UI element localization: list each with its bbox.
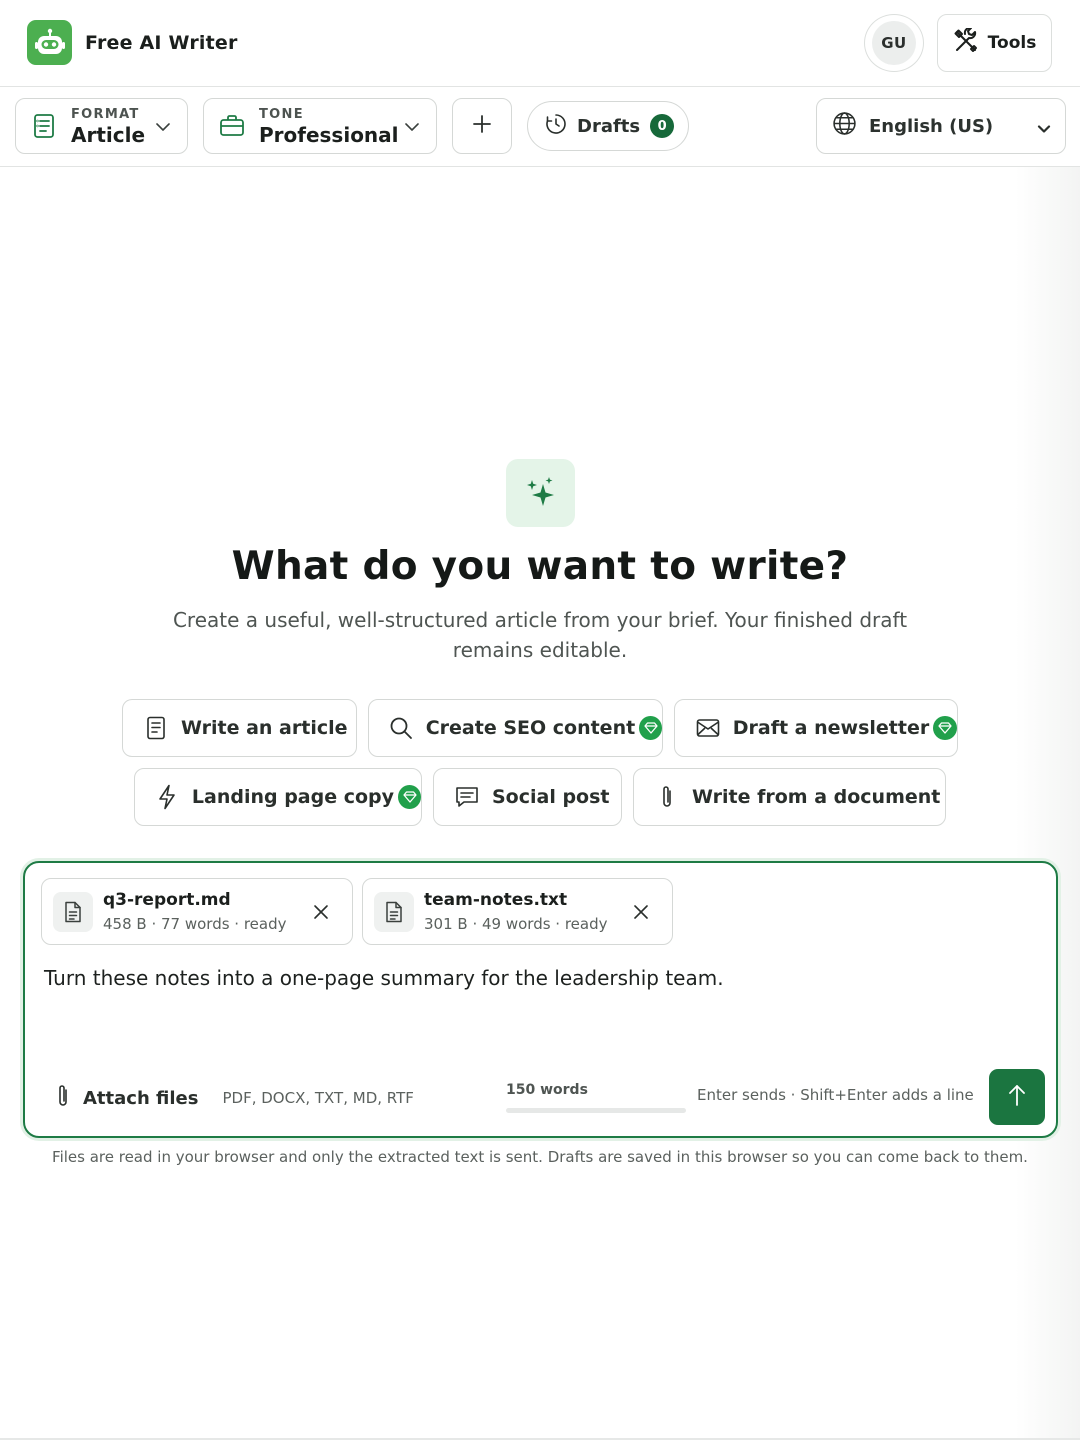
drafts-button[interactable]: Drafts 0 bbox=[527, 101, 689, 151]
chip-label: Create SEO content bbox=[425, 717, 636, 739]
premium-gem-icon bbox=[639, 716, 662, 740]
clock-icon bbox=[545, 113, 567, 140]
attached-file-card: q3-report.md 458 B · 77 words · ready bbox=[41, 878, 353, 945]
word-progress-bar bbox=[506, 1108, 686, 1113]
page-subtitle: Create a useful, well-structured article… bbox=[172, 608, 908, 662]
suggestion-newsletter[interactable]: Draft a newsletter bbox=[674, 699, 958, 757]
chevron-down-icon bbox=[404, 119, 420, 139]
chip-label: Social post bbox=[492, 786, 610, 808]
chip-label: Write an article bbox=[181, 717, 348, 739]
language-select[interactable]: English (US) bbox=[816, 98, 1066, 154]
send-button[interactable] bbox=[989, 1069, 1045, 1125]
paperclip-icon bbox=[55, 1083, 71, 1113]
file-icon bbox=[53, 892, 93, 932]
chip-label: Landing page copy bbox=[191, 786, 395, 808]
file-icon bbox=[374, 892, 414, 932]
chevron-down-icon bbox=[1037, 120, 1051, 141]
accepted-file-types: PDF, DOCX, TXT, MD, RTF bbox=[222, 1089, 414, 1107]
chip-label: Write from a document bbox=[692, 786, 941, 808]
remove-file-close-icon[interactable] bbox=[631, 902, 651, 922]
sparkles-icon bbox=[506, 459, 575, 527]
app-name: Free AI Writer bbox=[85, 31, 238, 54]
paperclip-icon bbox=[654, 784, 680, 810]
suggestion-seo-content[interactable]: Create SEO content bbox=[368, 699, 663, 757]
document-list-icon bbox=[31, 113, 57, 139]
premium-gem-icon bbox=[398, 785, 421, 809]
file-name: q3-report.md bbox=[103, 890, 231, 910]
privacy-note: Files are read in your browser and only … bbox=[52, 1148, 1028, 1166]
tools-button[interactable]: Tools bbox=[937, 14, 1052, 72]
globe-icon bbox=[832, 111, 857, 141]
briefcase-icon bbox=[219, 113, 245, 139]
attach-files-label: Attach files bbox=[83, 1087, 199, 1109]
plus-icon bbox=[472, 114, 492, 138]
format-label: FORMAT bbox=[71, 106, 140, 122]
format-value: Article bbox=[71, 122, 146, 147]
attach-files-button[interactable]: Attach files PDF, DOCX, TXT, MD, RTF bbox=[55, 1083, 414, 1113]
suggestion-landing-page[interactable]: Landing page copy bbox=[134, 768, 422, 826]
tools-icon bbox=[953, 26, 979, 59]
arrow-up-icon bbox=[1007, 1083, 1027, 1111]
suggestion-write-article[interactable]: Write an article bbox=[122, 699, 357, 757]
document-icon bbox=[143, 715, 169, 741]
tools-label: Tools bbox=[987, 33, 1037, 53]
language-value: English (US) bbox=[869, 115, 994, 137]
prompt-composer: q3-report.md 458 B · 77 words · ready te… bbox=[23, 861, 1058, 1138]
envelope-icon bbox=[695, 715, 721, 741]
premium-gem-icon bbox=[933, 716, 957, 740]
drafts-label: Drafts bbox=[577, 115, 641, 137]
attached-file-card: team-notes.txt 301 B · 49 words · ready bbox=[362, 878, 673, 945]
suggestion-social-post[interactable]: Social post bbox=[433, 768, 622, 826]
options-toolbar: FORMAT Article TONE Professional Drafts … bbox=[0, 87, 1080, 167]
bolt-icon bbox=[155, 784, 180, 810]
brand[interactable]: Free AI Writer bbox=[27, 20, 238, 65]
word-target-label: 150 words bbox=[506, 1082, 588, 1098]
file-meta: 301 B · 49 words · ready bbox=[424, 915, 608, 933]
chevron-down-icon bbox=[155, 119, 171, 139]
app-header: Free AI Writer GU Tools bbox=[0, 0, 1080, 87]
tone-label: TONE bbox=[259, 106, 304, 122]
keyboard-hint: Enter sends · Shift+Enter adds a line bbox=[697, 1086, 974, 1104]
tone-select[interactable]: TONE Professional bbox=[203, 98, 437, 154]
tone-value: Professional bbox=[259, 122, 399, 147]
file-meta: 458 B · 77 words · ready bbox=[103, 915, 287, 933]
avatar-initials: GU bbox=[872, 21, 916, 65]
remove-file-close-icon[interactable] bbox=[311, 902, 331, 922]
suggestion-write-from-document[interactable]: Write from a document bbox=[633, 768, 946, 826]
file-name: team-notes.txt bbox=[424, 890, 568, 910]
chip-label: Draft a newsletter bbox=[732, 717, 930, 739]
robot-logo-icon bbox=[27, 20, 72, 65]
drafts-count-badge: 0 bbox=[650, 114, 675, 138]
message-icon bbox=[454, 784, 480, 810]
page-title: What do you want to write? bbox=[231, 544, 849, 589]
add-button[interactable] bbox=[452, 98, 512, 154]
format-select[interactable]: FORMAT Article bbox=[15, 98, 188, 154]
search-icon bbox=[389, 715, 414, 741]
prompt-textarea[interactable]: Turn these notes into a one-page summary… bbox=[44, 966, 1034, 990]
user-avatar-button[interactable]: GU bbox=[864, 14, 924, 72]
